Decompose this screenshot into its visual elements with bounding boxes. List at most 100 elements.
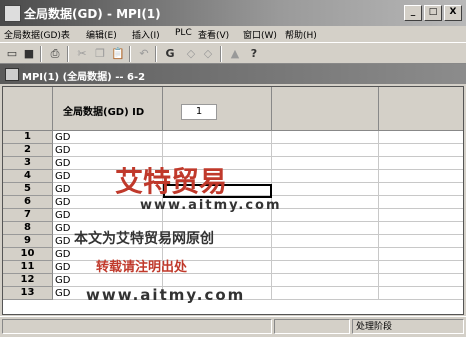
menu-gd-table[interactable]: 全局数据(GD)表 bbox=[4, 28, 70, 41]
status-pane-main bbox=[2, 319, 272, 334]
column-header-2[interactable] bbox=[163, 87, 272, 131]
document-icon bbox=[5, 68, 19, 81]
table-cell[interactable] bbox=[272, 170, 379, 183]
table-cell[interactable] bbox=[163, 261, 272, 274]
help-icon[interactable]: ? bbox=[246, 46, 262, 61]
table-cell[interactable]: GD bbox=[53, 144, 163, 157]
table-cell[interactable] bbox=[272, 274, 379, 287]
paste-icon[interactable]: 📋 bbox=[110, 46, 126, 61]
row-header[interactable]: 2 bbox=[3, 144, 53, 157]
table-cell[interactable] bbox=[272, 131, 379, 144]
table-cell[interactable] bbox=[272, 209, 379, 222]
menu-window[interactable]: 窗口(W) bbox=[243, 28, 277, 41]
table-cell[interactable] bbox=[272, 261, 379, 274]
app-icon bbox=[4, 5, 21, 22]
maximize-button[interactable]: □ bbox=[424, 5, 442, 21]
save-icon[interactable]: ■ bbox=[21, 46, 37, 61]
row-header[interactable]: 8 bbox=[3, 222, 53, 235]
table-cell[interactable] bbox=[272, 144, 379, 157]
menu-view[interactable]: 查看(V) bbox=[198, 28, 229, 41]
row-header[interactable]: 3 bbox=[3, 157, 53, 170]
row-header[interactable]: 4 bbox=[3, 170, 53, 183]
row-header[interactable]: 7 bbox=[3, 209, 53, 222]
table-cell[interactable]: GD bbox=[53, 170, 163, 183]
table-cell[interactable] bbox=[379, 248, 463, 261]
child-window-title-bar[interactable]: MPI(1) (全局数据) -- 6-2 bbox=[0, 64, 466, 84]
new-icon[interactable]: ▭ bbox=[4, 46, 20, 61]
table-cell[interactable] bbox=[379, 261, 463, 274]
row-header[interactable]: 13 bbox=[3, 287, 53, 300]
table-cell[interactable]: GD bbox=[53, 157, 163, 170]
next-icon[interactable]: ◇ bbox=[200, 46, 216, 61]
table-cell[interactable] bbox=[379, 157, 463, 170]
table-cell[interactable] bbox=[379, 274, 463, 287]
table-cell[interactable] bbox=[163, 170, 272, 183]
table-cell[interactable] bbox=[272, 222, 379, 235]
table-cell[interactable]: GD bbox=[53, 222, 163, 235]
table-cell[interactable] bbox=[272, 248, 379, 261]
table-cell[interactable] bbox=[379, 183, 463, 196]
gd-id-input[interactable]: 1 bbox=[181, 104, 217, 120]
table-cell[interactable] bbox=[272, 183, 379, 196]
table-cell[interactable] bbox=[163, 287, 272, 300]
table-cell[interactable] bbox=[272, 235, 379, 248]
selected-cell[interactable] bbox=[163, 184, 272, 198]
table-cell[interactable]: GD bbox=[53, 261, 163, 274]
table-cell[interactable] bbox=[163, 222, 272, 235]
menu-insert[interactable]: 插入(I) bbox=[132, 28, 160, 41]
download-icon[interactable]: ▲ bbox=[227, 46, 243, 61]
table-cell[interactable] bbox=[163, 248, 272, 261]
gd-table: 全局数据(GD) ID 1 1 GD 2 GD 3 GD 4 GD 5 GD 6 GD 7 GD 8 GD 9 G… bbox=[2, 86, 464, 315]
table-cell[interactable] bbox=[272, 287, 379, 300]
table-cell[interactable] bbox=[379, 235, 463, 248]
close-button[interactable]: X bbox=[444, 5, 462, 21]
menu-bar: 全局数据(GD)表 编辑(E) 插入(I) PLC 查看(V) 窗口(W) 帮助… bbox=[0, 26, 466, 42]
copy-icon[interactable]: ❐ bbox=[92, 46, 108, 61]
row-header[interactable]: 9 bbox=[3, 235, 53, 248]
table-cell[interactable] bbox=[379, 209, 463, 222]
table-cell[interactable] bbox=[163, 157, 272, 170]
undo-icon[interactable]: ↶ bbox=[136, 46, 152, 61]
minimize-button[interactable]: _ bbox=[404, 5, 422, 21]
table-cell[interactable] bbox=[379, 144, 463, 157]
prev-icon[interactable]: ◇ bbox=[183, 46, 199, 61]
table-cell[interactable]: GD bbox=[53, 235, 163, 248]
table-cell[interactable] bbox=[272, 196, 379, 209]
table-cell[interactable] bbox=[163, 209, 272, 222]
table-cell[interactable] bbox=[379, 131, 463, 144]
menu-edit[interactable]: 编辑(E) bbox=[86, 28, 117, 41]
menu-help[interactable]: 帮助(H) bbox=[285, 28, 317, 41]
print-icon[interactable]: ⎙ bbox=[47, 46, 63, 61]
row-header[interactable]: 11 bbox=[3, 261, 53, 274]
corner-header bbox=[3, 87, 53, 131]
toolbar: ▭ ■ ⎙ ✂ ❐ 📋 ↶ G ◇ ◇ ▲ ? bbox=[0, 42, 466, 64]
table-cell[interactable] bbox=[163, 274, 272, 287]
table-cell[interactable]: GD bbox=[53, 287, 163, 300]
row-header[interactable]: 1 bbox=[3, 131, 53, 144]
table-cell[interactable] bbox=[163, 131, 272, 144]
column-header-4[interactable] bbox=[379, 87, 463, 131]
menu-plc[interactable]: PLC bbox=[175, 28, 192, 38]
table-cell[interactable] bbox=[379, 287, 463, 300]
table-cell[interactable] bbox=[379, 196, 463, 209]
table-cell[interactable] bbox=[163, 144, 272, 157]
child-window-title: MPI(1) (全局数据) -- 6-2 bbox=[22, 72, 146, 83]
row-header[interactable]: 10 bbox=[3, 248, 53, 261]
column-header-3[interactable] bbox=[272, 87, 379, 131]
table-cell[interactable] bbox=[272, 157, 379, 170]
table-cell[interactable]: GD bbox=[53, 196, 163, 209]
table-cell[interactable]: GD bbox=[53, 183, 163, 196]
table-cell[interactable]: GD bbox=[53, 248, 163, 261]
table-cell[interactable] bbox=[379, 170, 463, 183]
table-cell[interactable] bbox=[379, 222, 463, 235]
table-cell[interactable] bbox=[163, 235, 272, 248]
cut-icon[interactable]: ✂ bbox=[74, 46, 90, 61]
table-cell[interactable]: GD bbox=[53, 209, 163, 222]
compile-icon[interactable]: G bbox=[162, 46, 178, 61]
window-title-bar[interactable]: 全局数据(GD) - MPI(1) _ □ X bbox=[0, 0, 466, 26]
row-header[interactable]: 12 bbox=[3, 274, 53, 287]
row-header[interactable]: 5 bbox=[3, 183, 53, 196]
row-header[interactable]: 6 bbox=[3, 196, 53, 209]
table-cell[interactable]: GD bbox=[53, 274, 163, 287]
table-cell[interactable]: GD bbox=[53, 131, 163, 144]
